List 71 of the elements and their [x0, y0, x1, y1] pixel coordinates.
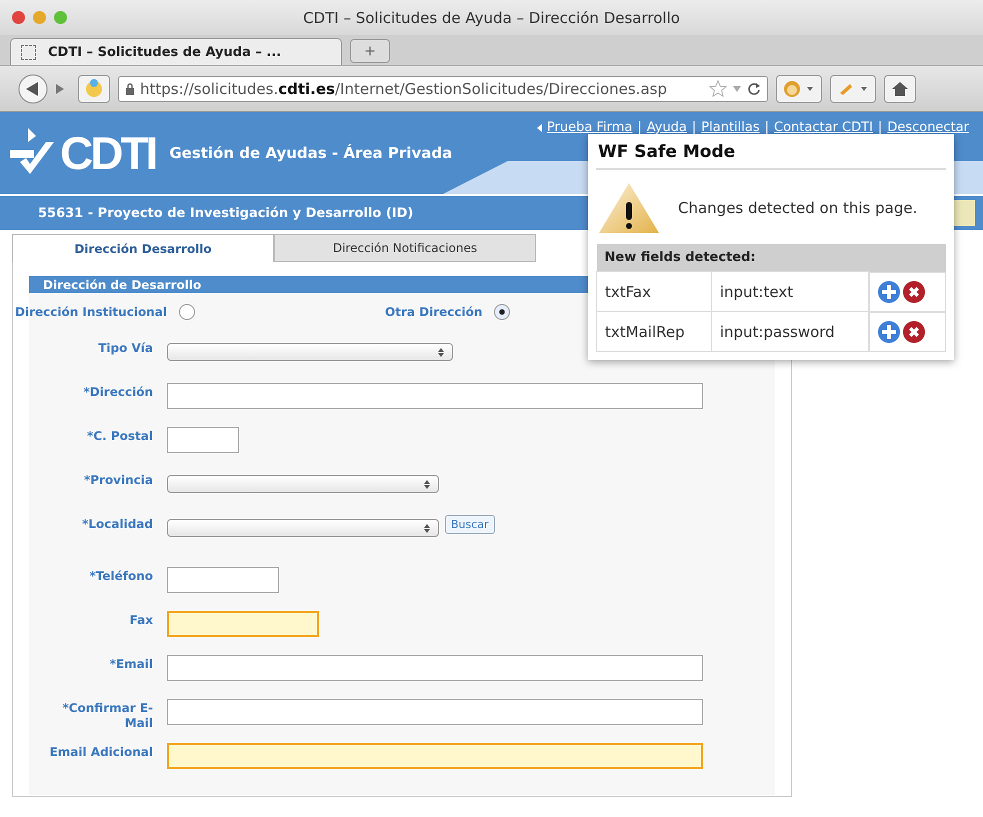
header-link[interactable]: Ayuda [646, 120, 687, 135]
remove-icon[interactable] [902, 280, 925, 302]
home-icon[interactable] [884, 74, 916, 102]
table-heading: New fields detected: [596, 244, 946, 272]
lock-icon [125, 82, 135, 94]
face-toolbar-icon[interactable] [78, 74, 110, 102]
table-cell: input:password [711, 312, 868, 352]
search-button[interactable]: Buscar [445, 515, 495, 534]
field-label: *Teléfono [88, 568, 154, 584]
add-icon[interactable] [878, 280, 900, 302]
field-label: *C. Postal [86, 428, 154, 444]
project-title: 55631 - Proyecto de Investigación y Desarrollo (ID) [38, 206, 414, 220]
field-label: *Confirmar E-Mail [61, 700, 154, 731]
radio-button[interactable] [178, 304, 195, 320]
table-cell: txtFax [596, 272, 712, 312]
field-label: *Localidad [81, 516, 154, 532]
header-title: Gestión de Ayudas - Área Privada [169, 144, 452, 162]
input-field[interactable] [167, 611, 319, 637]
input-field[interactable] [167, 743, 703, 769]
remove-icon[interactable] [902, 320, 925, 342]
link-separator: | [764, 120, 770, 135]
input-field[interactable] [167, 699, 703, 725]
table-cell: input:text [711, 272, 868, 312]
page-tab[interactable]: Dirección Desarrollo [12, 234, 274, 262]
updown-arrows-icon [424, 524, 430, 532]
dropdown-field[interactable] [167, 343, 453, 361]
input-field[interactable] [167, 427, 239, 453]
new-tab-button[interactable]: + [350, 39, 390, 63]
input-field[interactable] [167, 383, 703, 409]
minimize-button[interactable] [33, 11, 46, 24]
zoom-button[interactable] [54, 11, 67, 24]
radio-label: Dirección Institucional [15, 305, 167, 319]
field-label: *Dirección [82, 384, 154, 400]
close-button[interactable] [12, 11, 25, 24]
updown-arrows-icon [438, 348, 444, 356]
field-label: Tipo Vía [97, 340, 154, 356]
link-separator: | [692, 120, 696, 135]
input-field[interactable] [167, 655, 703, 681]
star-icon[interactable] [709, 80, 727, 98]
updown-arrows-icon [424, 480, 430, 488]
logo-text: CDTI [60, 128, 156, 178]
dropdown-arrow-icon[interactable] [732, 84, 742, 92]
monkey-toolbar-icon[interactable] [776, 74, 822, 102]
add-icon[interactable] [878, 320, 900, 342]
radio-button[interactable] [494, 304, 510, 320]
field-label: Email Adicional [48, 744, 154, 760]
header-link[interactable]: Desconectar [887, 120, 969, 135]
page-tab[interactable]: Dirección Notificaciones [274, 234, 536, 262]
warning-icon [598, 182, 660, 234]
dashed-square-icon [21, 44, 36, 60]
link-separator: | [878, 120, 882, 135]
field-label: *Email [108, 656, 154, 672]
radio-label: Otra Dirección [385, 305, 482, 319]
popup-message: Changes detected on this page. [678, 199, 918, 217]
browser-tab[interactable]: CDTI – Solicitudes de Ayuda – ... [10, 38, 342, 65]
reload-icon[interactable] [747, 82, 761, 96]
address-bar[interactable]: https://solicitudes.cdti.es/Internet/GestionSolicitudes/Direcciones.asp [118, 76, 768, 102]
bug-toolbar-icon[interactable] [830, 74, 876, 102]
field-label: Fax [128, 612, 154, 628]
table-cell: txtMailRep [596, 312, 712, 352]
dropdown-field[interactable] [167, 475, 439, 493]
header-link[interactable]: Contactar CDTI [774, 120, 873, 135]
dropdown-field[interactable] [167, 519, 439, 537]
field-label: *Provincia [82, 472, 154, 488]
header-link[interactable]: Prueba Firma [546, 120, 632, 135]
link-separator: | [637, 120, 642, 135]
popup-title: WF Safe Mode [596, 140, 946, 170]
input-field[interactable] [167, 567, 279, 593]
caret-icon [536, 124, 542, 132]
header-link[interactable]: Plantillas [701, 120, 760, 135]
window-title: CDTI – Solicitudes de Ayuda – Dirección Desarrollo [303, 8, 680, 26]
